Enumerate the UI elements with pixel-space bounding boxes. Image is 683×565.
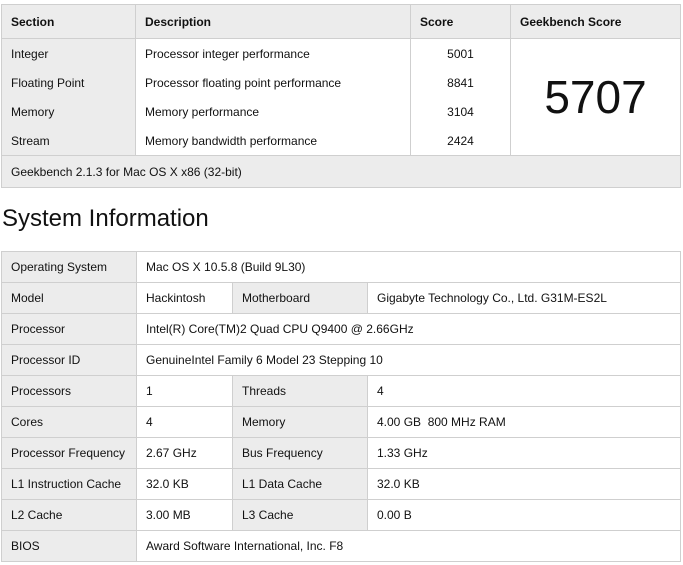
label-processors: Processors xyxy=(1,375,137,407)
value-processor-id: GenuineIntel Family 6 Model 23 Stepping … xyxy=(135,344,682,376)
table-row: Operating System Mac OS X 10.5.8 (Build … xyxy=(1,251,682,283)
label-motherboard: Motherboard xyxy=(232,282,368,314)
label-l1-instruction-cache: L1 Instruction Cache xyxy=(1,468,137,500)
value-cores: 4 xyxy=(136,406,233,438)
table-row: Integer Processor integer performance 50… xyxy=(1,38,681,156)
section-cell: Stream xyxy=(1,126,136,156)
description-cell: Processor floating point performance xyxy=(135,68,411,97)
label-l1-data-cache: L1 Data Cache xyxy=(232,468,368,500)
section-title: System Information xyxy=(2,205,209,232)
value-bus-frequency: 1.33 GHz xyxy=(366,437,682,469)
header-description: Description xyxy=(135,4,411,39)
label-processor-frequency: Processor Frequency xyxy=(1,437,137,469)
header-score: Score xyxy=(410,4,511,39)
score-table-header: Section Description Score Geekbench Scor… xyxy=(1,4,681,39)
section-cell: Floating Point xyxy=(1,68,136,97)
value-l1-data-cache: 32.0 KB xyxy=(366,468,682,500)
value-processors: 1 xyxy=(136,375,233,407)
value-l2-cache: 3.00 MB xyxy=(136,499,233,531)
header-geekbench-score: Geekbench Score xyxy=(510,4,681,39)
label-operating-system: Operating System xyxy=(1,251,137,283)
table-row: Processor Frequency 2.67 GHz Bus Frequen… xyxy=(1,437,682,469)
label-memory: Memory xyxy=(232,406,368,438)
description-cell: Memory bandwidth performance xyxy=(135,126,411,156)
score-table-footer: Geekbench 2.1.3 for Mac OS X x86 (32-bit… xyxy=(1,155,681,188)
page: Section Description Score Geekbench Scor… xyxy=(0,0,683,565)
label-cores: Cores xyxy=(1,406,137,438)
table-row: Processor ID GenuineIntel Family 6 Model… xyxy=(1,344,682,376)
value-motherboard: Gigabyte Technology Co., Ltd. G31M-ES2L xyxy=(366,282,682,314)
label-model: Model xyxy=(1,282,137,314)
value-l1-instruction-cache: 32.0 KB xyxy=(136,468,233,500)
label-processor-id: Processor ID xyxy=(1,344,137,376)
score-table: Section Description Score Geekbench Scor… xyxy=(1,4,681,188)
section-cell: Memory xyxy=(1,97,136,126)
table-row: Processor Intel(R) Core(TM)2 Quad CPU Q9… xyxy=(1,313,682,345)
value-operating-system: Mac OS X 10.5.8 (Build 9L30) xyxy=(135,251,682,283)
system-info-table: Operating System Mac OS X 10.5.8 (Build … xyxy=(1,251,682,562)
description-cell: Memory performance xyxy=(135,97,411,126)
table-row: L1 Instruction Cache 32.0 KB L1 Data Cac… xyxy=(1,468,682,500)
table-row: Model Hackintosh Motherboard Gigabyte Te… xyxy=(1,282,682,314)
value-memory: 4.00 GB 800 MHz RAM xyxy=(366,406,682,438)
value-threads: 4 xyxy=(366,375,682,407)
label-l3-cache: L3 Cache xyxy=(232,499,368,531)
label-bios: BIOS xyxy=(1,530,137,562)
value-processor: Intel(R) Core(TM)2 Quad CPU Q9400 @ 2.66… xyxy=(135,313,682,345)
label-threads: Threads xyxy=(232,375,368,407)
table-row: Processors 1 Threads 4 xyxy=(1,375,682,407)
table-row: BIOS Award Software International, Inc. … xyxy=(1,530,682,562)
description-cell: Processor integer performance xyxy=(135,38,411,68)
label-l2-cache: L2 Cache xyxy=(1,499,137,531)
score-cell: 8841 xyxy=(410,68,511,97)
value-l3-cache: 0.00 B xyxy=(366,499,682,531)
version-footer: Geekbench 2.1.3 for Mac OS X x86 (32-bit… xyxy=(1,155,681,188)
label-processor: Processor xyxy=(1,313,137,345)
section-cell: Integer xyxy=(1,38,136,68)
value-bios: Award Software International, Inc. F8 xyxy=(135,530,682,562)
score-cell: 3104 xyxy=(410,97,511,126)
value-processor-frequency: 2.67 GHz xyxy=(136,437,233,469)
value-model: Hackintosh xyxy=(136,282,233,314)
table-row: Cores 4 Memory 4.00 GB 800 MHz RAM xyxy=(1,406,682,438)
score-cell: 5001 xyxy=(410,38,511,68)
label-bus-frequency: Bus Frequency xyxy=(232,437,368,469)
table-row: L2 Cache 3.00 MB L3 Cache 0.00 B xyxy=(1,499,682,531)
score-cell: 2424 xyxy=(410,126,511,156)
header-section: Section xyxy=(1,4,136,39)
geekbench-score-value: 5707 xyxy=(510,38,681,156)
